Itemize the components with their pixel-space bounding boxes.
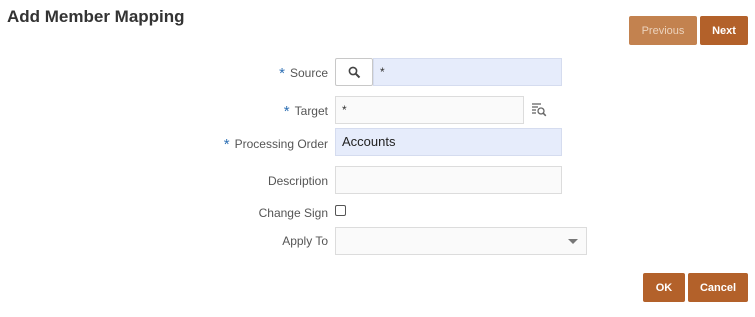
description-label: Description xyxy=(267,174,328,188)
description-input[interactable] xyxy=(335,166,562,194)
list-search-icon[interactable] xyxy=(531,102,547,118)
next-button[interactable]: Next xyxy=(700,16,748,45)
processing-order-label: * Processing Order xyxy=(0,135,328,153)
processing-order-input[interactable]: Accounts xyxy=(335,128,562,156)
source-input[interactable]: * xyxy=(373,58,562,86)
target-label-text: Target xyxy=(294,104,328,118)
target-label: * Target xyxy=(0,102,328,120)
ok-button[interactable]: OK xyxy=(643,273,685,302)
required-marker: * xyxy=(283,103,290,120)
search-icon xyxy=(348,66,360,78)
target-input[interactable]: * xyxy=(335,96,524,124)
source-search-button[interactable] xyxy=(335,58,373,86)
chevron-down-icon xyxy=(568,239,578,244)
source-label-text: Source xyxy=(289,66,328,80)
change-sign-label: Change Sign xyxy=(258,206,328,220)
required-marker: * xyxy=(223,136,230,153)
cancel-button[interactable]: Cancel xyxy=(688,273,748,302)
source-label: * Source xyxy=(0,64,328,82)
required-marker: * xyxy=(279,65,285,82)
previous-button[interactable]: Previous xyxy=(629,16,697,45)
apply-to-select[interactable] xyxy=(335,227,587,255)
dialog-title: Add Member Mapping xyxy=(7,7,185,26)
apply-to-label: Apply To xyxy=(282,234,328,248)
processing-order-label-text: Processing Order xyxy=(234,137,328,151)
change-sign-checkbox[interactable] xyxy=(335,205,346,216)
